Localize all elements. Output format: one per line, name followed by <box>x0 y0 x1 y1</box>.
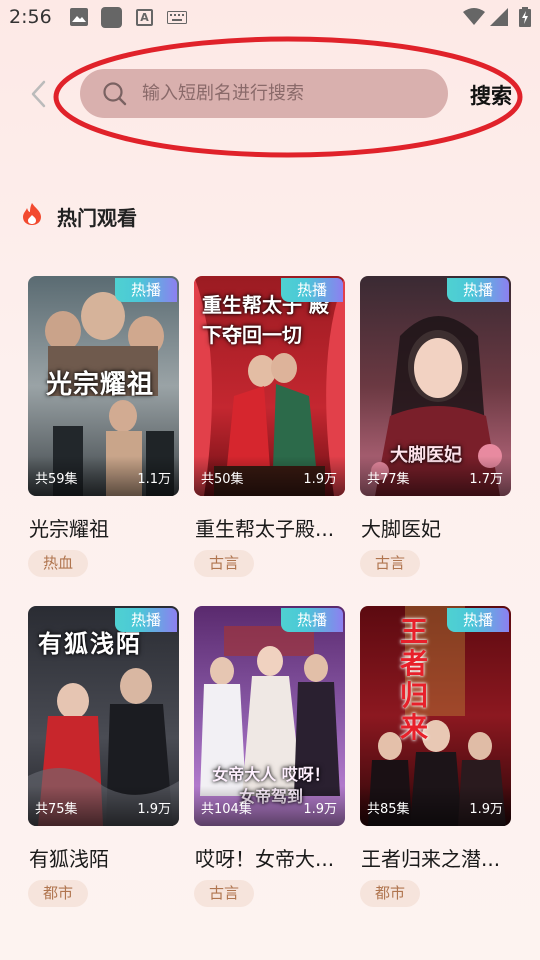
hot-badge: 热播 <box>281 608 343 632</box>
search-icon <box>103 82 127 106</box>
keyboard-icon <box>167 11 187 24</box>
episode-count: 共77集 <box>367 472 410 487</box>
wifi-icon <box>463 8 485 25</box>
episode-count: 共50集 <box>201 472 244 487</box>
search-input[interactable] <box>142 69 432 118</box>
drama-title[interactable]: 哎呀！女帝大... <box>195 843 345 872</box>
episode-count: 共75集 <box>35 802 78 817</box>
drama-title[interactable]: 有狐浅陌 <box>29 843 179 872</box>
view-count: 1.9万 <box>137 802 171 817</box>
view-count: 1.9万 <box>303 802 337 817</box>
search-box[interactable] <box>80 69 448 118</box>
photo-icon <box>70 8 88 26</box>
view-count: 1.7万 <box>469 472 503 487</box>
view-count: 1.1万 <box>137 472 171 487</box>
battery-charging-icon <box>519 7 531 27</box>
drama-poster[interactable]: 有狐浅陌 热播 共75集 1.9万 <box>28 606 179 826</box>
genre-tag[interactable]: 古言 <box>194 550 255 577</box>
poster-title-art: 光宗耀祖 <box>46 370 155 400</box>
signal-icon <box>490 8 508 26</box>
hot-badge: 热播 <box>115 278 177 302</box>
drama-title[interactable]: 重生帮太子殿... <box>195 513 345 542</box>
episode-count: 共104集 <box>201 802 252 817</box>
genre-tag[interactable]: 古言 <box>194 880 255 907</box>
hot-badge: 热播 <box>115 608 177 632</box>
view-count: 1.9万 <box>303 472 337 487</box>
episode-count: 共85集 <box>367 802 410 817</box>
genre-tag[interactable]: 都市 <box>28 880 89 907</box>
drama-title[interactable]: 光宗耀祖 <box>29 513 179 542</box>
status-bar: 2:56 A <box>0 0 540 36</box>
drama-poster[interactable]: 女帝大人 哎呀！女帝驾到 热播 共104集 1.9万 <box>194 606 345 826</box>
view-count: 1.9万 <box>469 802 503 817</box>
episode-count: 共59集 <box>35 472 78 487</box>
drama-card[interactable]: 重生帮太子 殿下夺回一切 热播 共50集 1.9万 重生帮太子殿... 古言 <box>194 276 345 586</box>
drama-card[interactable]: 女帝大人 哎呀！女帝驾到 热播 共104集 1.9万 哎呀！女帝大... 古言 <box>194 606 345 916</box>
genre-tag[interactable]: 热血 <box>28 550 89 577</box>
app-square-icon <box>101 7 122 28</box>
drama-poster[interactable]: 光宗耀祖 热播 共59集 1.1万 <box>28 276 179 496</box>
back-arrow-icon[interactable] <box>28 79 50 109</box>
hot-badge: 热播 <box>447 278 509 302</box>
drama-title[interactable]: 大脚医妃 <box>361 513 511 542</box>
fire-icon <box>23 203 41 225</box>
drama-title[interactable]: 王者归来之潜... <box>361 843 511 872</box>
drama-card[interactable]: 大脚医妃 热播 共77集 1.7万 大脚医妃 古言 <box>360 276 511 586</box>
drama-poster[interactable]: 王者归来 热播 共85集 1.9万 <box>360 606 511 826</box>
drama-card[interactable]: 光宗耀祖 热播 共59集 1.1万 光宗耀祖 热血 <box>28 276 179 586</box>
drama-poster[interactable]: 大脚医妃 热播 共77集 1.7万 <box>360 276 511 496</box>
search-button[interactable]: 搜索 <box>470 80 512 110</box>
drama-card[interactable]: 王者归来 热播 共85集 1.9万 王者归来之潜... 都市 <box>360 606 511 916</box>
poster-title-art: 王者归来 <box>400 615 429 744</box>
status-time: 2:56 <box>9 6 52 28</box>
a-icon: A <box>136 9 153 26</box>
hot-badge: 热播 <box>281 278 343 302</box>
section-title: 热门观看 <box>57 206 137 230</box>
drama-poster[interactable]: 重生帮太子 殿下夺回一切 热播 共50集 1.9万 <box>194 276 345 496</box>
drama-card[interactable]: 有狐浅陌 热播 共75集 1.9万 有狐浅陌 都市 <box>28 606 179 916</box>
genre-tag[interactable]: 都市 <box>360 880 421 907</box>
genre-tag[interactable]: 古言 <box>360 550 421 577</box>
hot-badge: 热播 <box>447 608 509 632</box>
